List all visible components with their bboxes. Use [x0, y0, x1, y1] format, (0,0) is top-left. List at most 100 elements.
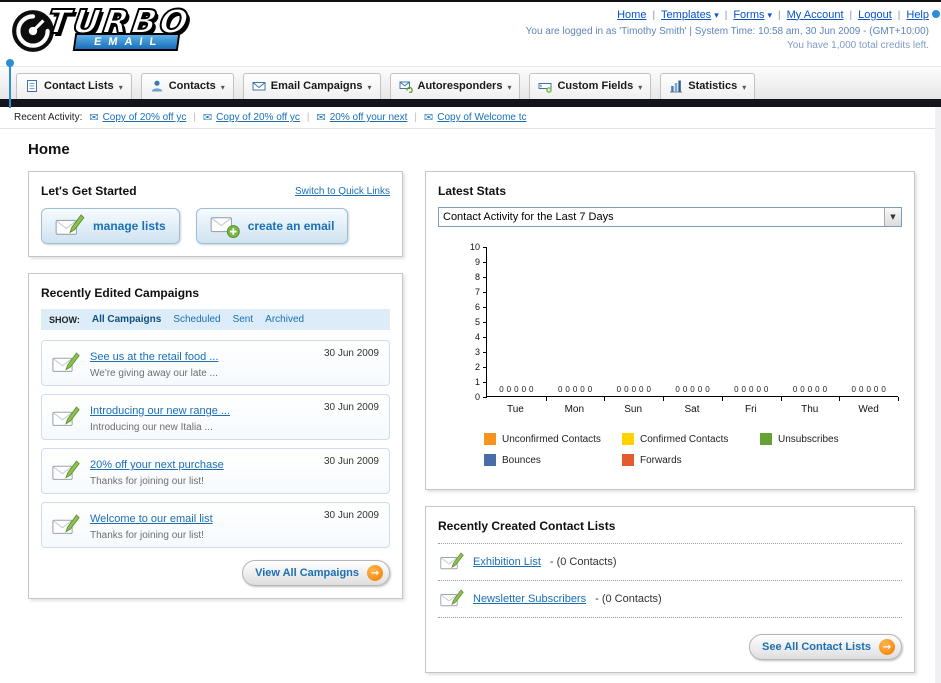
campaign-title-link[interactable]: 20% off your next purchase — [90, 459, 224, 471]
create-email-button[interactable]: create an email — [195, 208, 349, 244]
nav-help-link[interactable]: Help — [906, 9, 929, 21]
y-axis-tick: 1 — [475, 377, 487, 387]
tab-contacts[interactable]: Contacts — [140, 73, 234, 99]
page-title: Home — [28, 141, 70, 158]
statistics-icon — [669, 79, 683, 93]
legend-label: Bounces — [502, 454, 541, 466]
envelope-pencil-icon — [440, 589, 464, 609]
contact-list-link[interactable]: Exhibition List — [473, 556, 541, 568]
stats-period-value: Contact Activity for the Last 7 Days — [443, 211, 614, 223]
nav-forms-link[interactable]: Forms — [733, 9, 764, 21]
latest-stats-title: Latest Stats — [438, 184, 507, 198]
chart-legend: Unconfirmed Contacts Confirmed Contacts Un… — [484, 433, 902, 475]
caret-down-icon — [714, 8, 719, 21]
y-axis-tick: 7 — [475, 287, 487, 297]
recent-activity-item: 20% off your next — [317, 111, 408, 124]
autoresponders-icon — [399, 79, 413, 93]
chart-bar-group: 00000 — [781, 247, 841, 401]
envelope-icon — [89, 111, 98, 124]
tab-label: Contacts — [168, 80, 216, 92]
latest-stats-panel: Latest Stats Contact Activity for the La… — [425, 171, 915, 490]
campaign-row: Welcome to our email list Thanks for joi… — [41, 502, 390, 548]
nav-my-account-link[interactable]: My Account — [787, 9, 844, 21]
recent-activity-label: Recent Activity: — [14, 112, 83, 123]
bar-value-label: 0 — [587, 385, 593, 394]
contact-list-link[interactable]: Newsletter Subscribers — [473, 593, 586, 605]
contact-list: Exhibition List - (0 Contacts) Newslette… — [438, 543, 902, 618]
tab-label: Autoresponders — [417, 80, 503, 92]
get-started-panel: Let's Get Started Switch to Quick Links … — [28, 171, 403, 257]
caret-down-icon — [768, 8, 773, 21]
bar-value-label: 0 — [763, 385, 769, 394]
arrow-right-icon — [367, 565, 383, 581]
bar-value-label: 0 — [565, 385, 570, 394]
legend-item: Forwards — [622, 454, 760, 466]
filter-archived[interactable]: Archived — [265, 314, 304, 325]
envelope-icon — [317, 111, 326, 124]
separator — [722, 9, 731, 21]
view-all-campaigns-button[interactable]: View All Campaigns — [242, 560, 390, 586]
logo-subtext: EMAIL — [72, 33, 181, 51]
tab-statistics[interactable]: Statistics — [660, 73, 756, 99]
manage-lists-button[interactable]: manage lists — [41, 208, 180, 244]
header-utility: Home Templates Forms My Account Logout H… — [525, 8, 929, 52]
recent-activity-link[interactable]: Copy of 20% off yc — [216, 112, 300, 123]
chart-bar-group: 00000 — [487, 247, 547, 401]
bar-value-label: 0 — [499, 385, 504, 394]
recent-activity-item: Copy of 20% off yc — [203, 111, 300, 124]
separator — [193, 112, 196, 123]
x-axis-label: Mon — [564, 404, 585, 415]
bar-value-label: 0 — [675, 385, 680, 394]
recent-activity-link[interactable]: 20% off your next — [330, 112, 408, 123]
bar-value-label: 0 — [514, 385, 519, 394]
bar-value-label: 0 — [881, 385, 886, 394]
tab-autoresponders[interactable]: Autoresponders — [389, 73, 521, 99]
contact-list-count: - (0 Contacts) — [595, 593, 662, 605]
chart-groups: 00000000000000000000000000000000000 — [486, 247, 899, 401]
tab-contact-lists[interactable]: Contact Lists — [16, 73, 132, 99]
campaign-title-link[interactable]: Welcome to our email list — [90, 513, 213, 525]
bar-value-label: 0 — [624, 385, 629, 394]
y-axis-tick: 9 — [475, 257, 487, 267]
legend-label: Confirmed Contacts — [640, 433, 729, 445]
chart-bar-group: 00000 — [722, 247, 782, 401]
tab-custom-fields[interactable]: Custom Fields — [529, 73, 652, 99]
y-axis-tick: 3 — [475, 347, 487, 357]
envelope-pencil-icon — [52, 352, 80, 375]
bar-value-label: 0 — [734, 385, 739, 394]
switch-quick-links-link[interactable]: Switch to Quick Links — [295, 186, 390, 197]
contact-activity-chart: 0 1 2 3 4 5 6 7 8 9 10 000000000000000000000000000… — [460, 242, 899, 415]
y-axis-tick: 2 — [475, 362, 487, 372]
campaign-row: 20% off your next purchase Thanks for jo… — [41, 448, 390, 494]
recent-activity-item: Copy of 20% off yc — [89, 111, 187, 124]
bar-value-label: 0 — [697, 385, 703, 394]
stats-period-select[interactable]: Contact Activity for the Last 7 Days — [438, 207, 902, 227]
recent-activity-link[interactable]: Copy of Welcome tc — [437, 112, 526, 123]
recent-activity-link[interactable]: Copy of 20% off yc — [103, 112, 187, 123]
nav-logout-link[interactable]: Logout — [858, 9, 892, 21]
campaign-row: Introducing our new range ... Introducin… — [41, 394, 390, 440]
bar-value-label: 0 — [822, 385, 828, 394]
campaign-row: See us at the retail food ... We're givi… — [41, 340, 390, 386]
campaign-title-link[interactable]: Introducing our new range ... — [90, 405, 230, 417]
separator — [414, 112, 417, 123]
nav-home-link[interactable]: Home — [617, 9, 646, 21]
separator — [847, 9, 856, 21]
tab-email-campaigns[interactable]: Email Campaigns — [242, 73, 381, 99]
turbo-email-logo[interactable]: TURBO EMAIL — [10, 2, 195, 54]
nav-templates-link[interactable]: Templates — [661, 9, 711, 21]
main-content: Home Let's Get Started Switch to Quick L… — [0, 129, 935, 683]
logo-pointer-line — [9, 66, 11, 108]
separator — [649, 9, 658, 21]
bar-value-label: 0 — [792, 385, 798, 394]
filter-all-campaigns[interactable]: All Campaigns — [92, 314, 161, 325]
filter-scheduled[interactable]: Scheduled — [173, 314, 220, 325]
campaign-subtitle: Introducing our new Italia ... — [90, 422, 213, 433]
caret-down-icon — [507, 80, 511, 93]
see-all-contact-lists-button[interactable]: See All Contact Lists — [748, 634, 902, 660]
legend-item: Unconfirmed Contacts — [484, 433, 622, 445]
login-info: You are logged in as 'Timothy Smith' | S… — [525, 26, 929, 37]
filter-sent[interactable]: Sent — [233, 314, 254, 325]
campaign-filters: SHOW: All Campaigns Scheduled Sent Archi… — [41, 309, 390, 330]
campaign-title-link[interactable]: See us at the retail food ... — [90, 351, 218, 363]
